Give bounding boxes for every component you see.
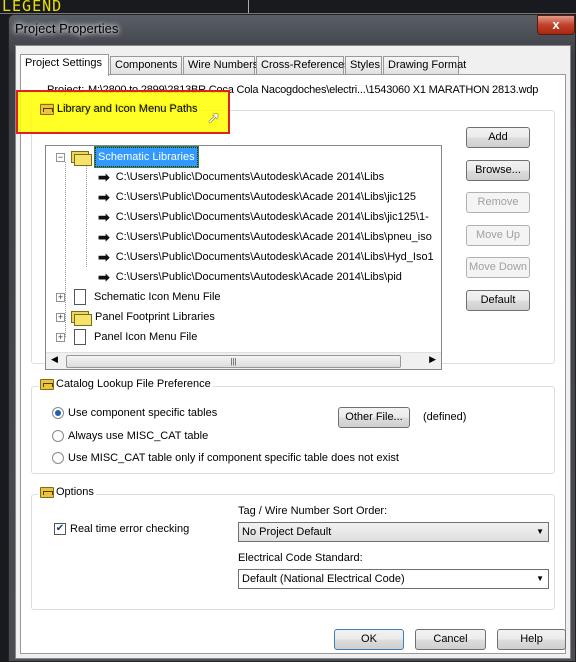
move-down-button[interactable]: Move Down (466, 257, 530, 278)
scroll-thumb[interactable]: ||| (66, 355, 401, 368)
tree-line (86, 164, 87, 267)
move-up-button[interactable]: Move Up (466, 225, 530, 246)
tree-path-item[interactable]: ➡ C:\Users\Public\Documents\Autodesk\Acad… (98, 208, 429, 226)
path-label: C:\Users\Public\Documents\Autodesk\Acade… (115, 231, 432, 243)
sort-order-select[interactable]: No Project Default ▼ (238, 522, 549, 542)
cad-line (248, 0, 249, 13)
code-standard-label: Electrical Code Standard: (238, 552, 363, 564)
tree-node-schematic-icon-menu[interactable]: + Schematic Icon Menu File (56, 288, 221, 306)
tree-node-label: Schematic Icon Menu File (94, 291, 221, 303)
code-standard-select[interactable]: Default (National Electrical Code) ▼ (238, 569, 549, 589)
radio-label: Use MISC_CAT table only if component spe… (68, 452, 399, 464)
arrow-right-icon: ➡ (98, 269, 110, 285)
chevron-down-icon: ▼ (536, 527, 544, 536)
group-title: Library and Icon Menu Paths (57, 103, 198, 115)
expand-icon[interactable]: + (56, 332, 65, 342)
tree-node-label: Panel Icon Menu File (94, 331, 198, 343)
radio-misc-cat[interactable]: Always use MISC_CAT table (52, 430, 209, 443)
select-value: Default (National Electrical Code) (242, 573, 405, 585)
help-button[interactable]: Help (497, 629, 566, 650)
expand-icon[interactable]: + (56, 292, 65, 302)
tree-path-item[interactable]: ➡ C:\Users\Public\Documents\Autodesk\Acad… (98, 228, 432, 246)
select-value: No Project Default (242, 526, 332, 538)
toolbox-icon (40, 486, 54, 498)
tab-styles[interactable]: Styles (345, 56, 382, 75)
path-label: C:\Users\Public\Documents\Autodesk\Acade… (115, 171, 385, 183)
scroll-left-icon[interactable]: ◀ (51, 354, 58, 365)
group-title: Catalog Lookup File Preference (56, 378, 211, 390)
checkmark-icon[interactable]: ✔ (54, 523, 66, 536)
checkbox-label: Real time error checking (70, 523, 190, 535)
arrow-right-icon: ➡ (98, 249, 110, 265)
tree-node-label: Schematic Libraries (94, 146, 199, 168)
path-label: C:\Users\Public\Documents\Autodesk\Acade… (115, 271, 402, 283)
radio-label: Use component specific tables (68, 407, 218, 419)
radio-icon[interactable] (52, 430, 64, 443)
other-file-button[interactable]: Other File... (338, 407, 410, 428)
document-icon (74, 329, 86, 345)
radio-icon[interactable] (52, 407, 64, 420)
options-group: Options ✔ Real time error checking Tag / … (31, 486, 555, 610)
close-button[interactable]: x (537, 15, 575, 35)
arrow-right-icon: ➡ (98, 169, 110, 185)
group-label: Catalog Lookup File Preference (38, 378, 213, 390)
tree-node-label: Panel Footprint Libraries (95, 311, 215, 323)
browse-button[interactable]: Browse... (466, 160, 530, 181)
tree-path-item[interactable]: ➡ C:\Users\Public\Documents\Autodesk\Acad… (98, 188, 416, 206)
document-icon (74, 289, 86, 305)
group-title: Options (56, 486, 94, 498)
ok-button[interactable]: OK (334, 629, 404, 650)
library-paths-group: Library and Icon Menu Paths − Schematic … (31, 102, 555, 370)
tree-node-schematic-libraries[interactable]: − Schematic Libraries (56, 146, 199, 168)
tree-path-item[interactable]: ➡ C:\Users\Public\Documents\Autodesk\Acad… (98, 268, 402, 286)
dialog-client: Project Settings Components Wire Numbers… (15, 45, 571, 659)
path-label: C:\Users\Public\Documents\Autodesk\Acade… (115, 251, 434, 263)
expand-icon[interactable]: + (56, 312, 65, 322)
tree-node-panel-icon-menu[interactable]: + Panel Icon Menu File (56, 328, 197, 346)
group-label: Options (38, 486, 96, 498)
tab-wire-numbers[interactable]: Wire Numbers (183, 56, 258, 75)
mouse-cursor-icon: ➚ (207, 110, 221, 127)
chevron-down-icon: ▼ (536, 574, 544, 583)
collapse-icon[interactable]: − (56, 152, 65, 162)
default-button[interactable]: Default (466, 290, 530, 311)
tab-components[interactable]: Components (110, 56, 182, 75)
horizontal-scrollbar[interactable]: ◀ ||| ▶ (46, 352, 441, 369)
catalog-status: (defined) (423, 411, 467, 423)
sort-order-label: Tag / Wire Number Sort Order: (238, 505, 388, 517)
catalog-lookup-group: Catalog Lookup File Preference Use compo… (31, 378, 555, 474)
cancel-button[interactable]: Cancel (415, 629, 486, 650)
realtime-error-checkbox[interactable]: ✔ Real time error checking (54, 523, 190, 536)
scroll-right-icon[interactable]: ▶ (429, 354, 436, 365)
path-label: C:\Users\Public\Documents\Autodesk\Acade… (115, 191, 416, 203)
window-title: Project Properties (15, 21, 119, 36)
add-button[interactable]: Add (466, 127, 530, 148)
radio-misc-cat-fallback[interactable]: Use MISC_CAT table only if component spe… (52, 452, 399, 465)
tab-drawing-format[interactable]: Drawing Format (383, 56, 466, 75)
toolbox-icon (40, 378, 54, 390)
tab-cross-references[interactable]: Cross-References (256, 56, 350, 75)
radio-component-tables[interactable]: Use component specific tables (52, 407, 218, 420)
project-settings-panel: Project: M:\2800 to 2899\2813BR Coca Col… (20, 74, 566, 654)
path-label: C:\Users\Public\Documents\Autodesk\Acade… (115, 211, 429, 223)
toolbox-icon (40, 103, 54, 115)
tree-path-item[interactable]: ➡ C:\Users\Public\Documents\Autodesk\Acad… (98, 168, 384, 186)
radio-icon[interactable] (52, 452, 64, 465)
tab-project-settings[interactable]: Project Settings (20, 54, 109, 76)
arrow-right-icon: ➡ (98, 189, 110, 205)
arrow-right-icon: ➡ (98, 209, 110, 225)
arrow-right-icon: ➡ (98, 229, 110, 245)
tree-path-item[interactable]: ➡ C:\Users\Public\Documents\Autodesk\Acad… (98, 248, 434, 266)
radio-label: Always use MISC_CAT table (68, 430, 209, 442)
folders-icon (69, 149, 92, 166)
folders-icon (69, 309, 92, 326)
tree-node-panel-footprint[interactable]: + Panel Footprint Libraries (56, 308, 215, 326)
library-tree[interactable]: − Schematic Libraries ➡ C:\Users\Public\D… (45, 145, 442, 370)
remove-button[interactable]: Remove (466, 192, 530, 213)
highlighted-group-label: Library and Icon Menu Paths (40, 103, 198, 115)
